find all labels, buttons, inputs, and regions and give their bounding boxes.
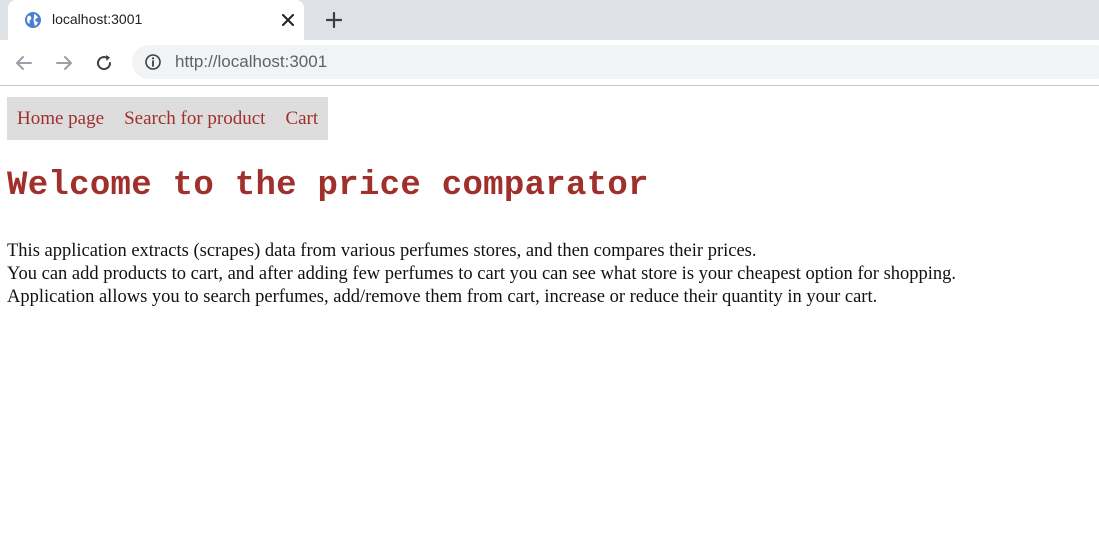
plus-icon[interactable] xyxy=(320,6,348,34)
nav-link-home[interactable]: Home page xyxy=(17,108,104,130)
info-icon[interactable] xyxy=(144,53,162,71)
browser-tab[interactable]: localhost:3001 xyxy=(8,0,304,40)
tab-title: localhost:3001 xyxy=(52,11,143,27)
page-title: Welcome to the price comparator xyxy=(7,167,649,205)
address-text[interactable]: http://localhost:3001 xyxy=(175,52,327,72)
close-icon[interactable] xyxy=(276,8,300,32)
intro-paragraph: Application allows you to search perfume… xyxy=(7,287,878,307)
reload-icon[interactable] xyxy=(91,50,117,76)
browser-toolbar: http://localhost:3001 xyxy=(0,40,1099,86)
address-bar[interactable]: http://localhost:3001 xyxy=(132,45,1099,79)
intro-paragraph: You can add products to cart, and after … xyxy=(7,264,957,284)
nav-link-search[interactable]: Search for product xyxy=(124,108,265,130)
tab-strip: localhost:3001 xyxy=(0,0,1099,40)
forward-arrow-icon[interactable] xyxy=(51,50,77,76)
intro-text: This application extracts (scrapes) data… xyxy=(7,240,1092,309)
page-content: Home page Search for product Cart Welcom… xyxy=(0,87,1099,536)
intro-paragraph: This application extracts (scrapes) data… xyxy=(7,241,757,261)
site-navbar: Home page Search for product Cart xyxy=(7,97,329,140)
nav-link-cart[interactable]: Cart xyxy=(285,108,318,130)
globe-icon xyxy=(24,11,42,29)
back-arrow-icon[interactable] xyxy=(11,50,37,76)
